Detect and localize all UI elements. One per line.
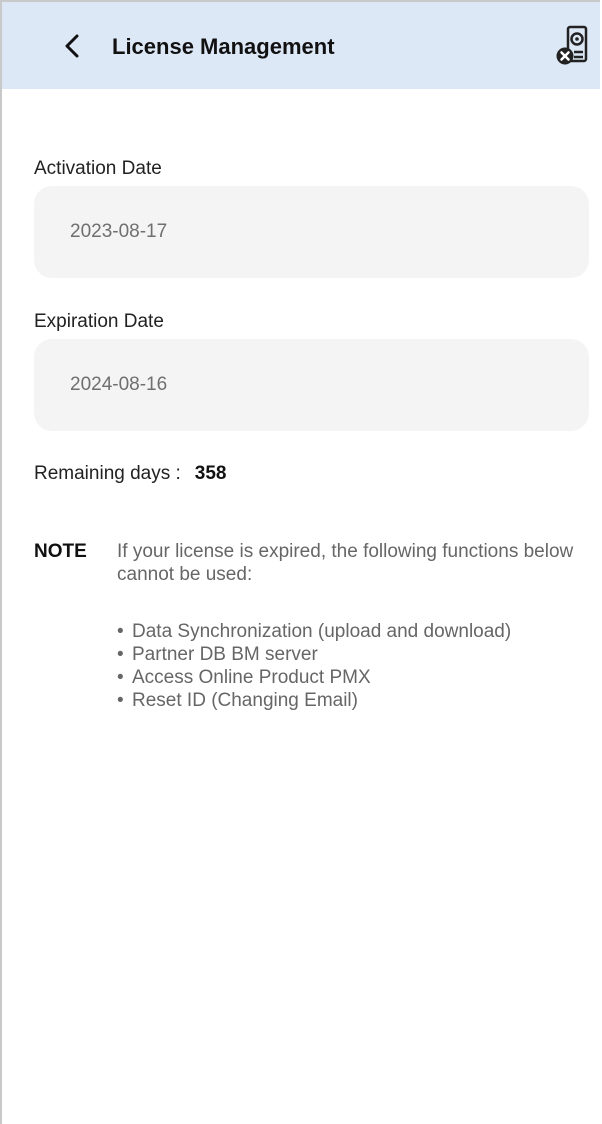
remaining-days: Remaining days : 358 (34, 462, 227, 486)
expiration-date-label: Expiration Date (34, 311, 164, 332)
license-status-button[interactable] (550, 20, 594, 72)
bullet: • (117, 621, 124, 642)
list-item: • Access Online Product PMX (117, 666, 511, 689)
activation-date-label: Activation Date (34, 158, 162, 179)
chevron-left-icon (65, 34, 79, 58)
page-title: License Management (112, 34, 335, 59)
list-item-text: Access Online Product PMX (132, 667, 371, 688)
bullet: • (117, 644, 124, 665)
list-item-text: Data Synchronization (upload and downloa… (132, 621, 512, 642)
activation-date-field: 2023-08-17 (34, 186, 589, 278)
remaining-days-label: Remaining days : (34, 463, 181, 484)
note-list: • Data Synchronization (upload and downlo… (117, 620, 511, 712)
remaining-days-value: 358 (194, 463, 227, 484)
note-text: If your license is expired, the followin… (117, 541, 574, 585)
list-item-text: Reset ID (Changing Email) (132, 690, 358, 711)
bullet: • (117, 690, 124, 711)
list-item: • Reset ID (Changing Email) (117, 689, 511, 712)
expiration-date-field: 2024-08-16 (34, 339, 589, 431)
list-item-text: Partner DB BM server (132, 644, 318, 665)
bullet: • (117, 667, 124, 688)
app-bar: License Management (2, 2, 600, 89)
activation-date-value: 2023-08-17 (70, 221, 168, 242)
list-item: • Partner DB BM server (117, 643, 511, 666)
license-status-icon (556, 25, 588, 65)
list-item: • Data Synchronization (upload and downlo… (117, 620, 511, 643)
back-button[interactable] (54, 28, 90, 64)
expiration-date-value: 2024-08-16 (70, 374, 168, 395)
note-label: NOTE (34, 541, 87, 562)
